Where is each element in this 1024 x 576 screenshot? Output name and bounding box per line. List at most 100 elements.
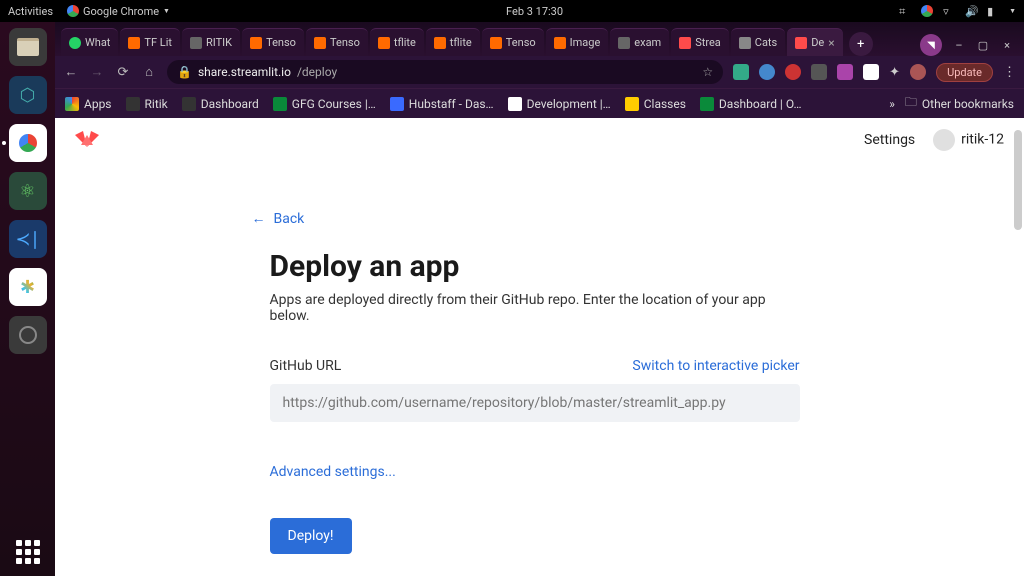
bookmark-item[interactable]: Dashboard (182, 97, 259, 111)
browser-tab[interactable]: Tenso (306, 28, 368, 56)
extension-icon[interactable] (785, 64, 801, 80)
bookmark-item[interactable]: GFG Courses |… (273, 97, 376, 111)
bookmark-item[interactable]: Ritik (126, 97, 168, 111)
bookmark-item[interactable]: Hubstaff - Das… (390, 97, 494, 111)
extension-icon[interactable] (759, 64, 775, 80)
browser-tab[interactable]: Image (546, 28, 609, 56)
fav-icon (508, 97, 522, 111)
forward-button[interactable]: → (89, 64, 105, 80)
browser-tab[interactable]: tflite (370, 28, 424, 56)
whatsapp-icon (69, 37, 81, 49)
menu-icon[interactable]: ⋮ (1003, 65, 1016, 80)
dock-atom[interactable]: ⚛ (9, 172, 47, 210)
advanced-settings-link[interactable]: Advanced settings... (270, 464, 396, 480)
activities-button[interactable]: Activities (8, 5, 53, 18)
github-url-input[interactable] (270, 384, 800, 422)
clock[interactable]: Feb 3 17:30 (170, 5, 899, 18)
fav-icon (739, 37, 751, 49)
avatar (933, 129, 955, 151)
browser-tab[interactable]: What (61, 28, 118, 56)
chrome-tray-icon[interactable] (921, 5, 933, 17)
back-button[interactable]: ← (63, 64, 79, 80)
new-tab-button[interactable]: + (849, 32, 873, 56)
star-icon[interactable]: ☆ (702, 65, 713, 79)
reload-button[interactable]: ⟳ (115, 65, 131, 80)
dock-files[interactable] (9, 28, 47, 66)
bookmark-apps[interactable]: Apps (65, 97, 112, 111)
chevron-down-icon: ▼ (163, 7, 170, 15)
lock-icon: 🔒 (177, 65, 192, 79)
active-app-menu[interactable]: Google Chrome ▼ (67, 5, 170, 18)
toolbar: ← → ⟳ ⌂ 🔒 share.streamlit.io/deploy ☆ ✦ … (55, 56, 1024, 88)
extension-icon[interactable] (733, 64, 749, 80)
dock-slack[interactable]: ✱ (9, 268, 47, 306)
streamlit-logo-icon[interactable] (75, 128, 99, 152)
dock-chrome[interactable] (9, 124, 47, 162)
hex-icon: ⬡ (20, 85, 36, 106)
maximize-button[interactable]: ▢ (976, 38, 990, 52)
tf-icon (128, 37, 140, 49)
browser-tab[interactable]: exam (610, 28, 669, 56)
chrome-window: What TF Lit RITIK Tenso Tenso tflite tfl… (55, 22, 1024, 576)
browser-tab-active[interactable]: De× (787, 28, 842, 56)
extensions-menu-icon[interactable]: ✦ (889, 65, 900, 80)
browser-tab[interactable]: RITIK (182, 28, 240, 56)
extension-icon[interactable] (837, 64, 853, 80)
dock-vscode[interactable]: ≺∣ (9, 220, 47, 258)
scrollbar[interactable] (1014, 130, 1022, 230)
atom-icon: ⚛ (19, 181, 35, 202)
deploy-button[interactable]: Deploy! (270, 518, 352, 554)
back-link[interactable]: ← Back (252, 210, 800, 227)
profile-avatar[interactable]: ◥ (920, 34, 942, 56)
fav-icon (625, 97, 639, 111)
overflow-icon[interactable]: » (889, 97, 895, 111)
tf-icon (250, 37, 262, 49)
address-bar[interactable]: 🔒 share.streamlit.io/deploy ☆ (167, 60, 723, 84)
fav-icon (273, 97, 287, 111)
apps-icon (65, 97, 79, 111)
home-button[interactable]: ⌂ (141, 64, 157, 80)
fav-icon (618, 37, 630, 49)
browser-tab[interactable]: Strea (671, 28, 729, 56)
settings-link[interactable]: Settings (864, 132, 915, 148)
user-menu[interactable]: ritik-12 (933, 129, 1004, 151)
show-applications[interactable] (16, 540, 40, 564)
bookmark-item[interactable]: Dashboard | O… (700, 97, 802, 111)
dock-disks[interactable] (9, 316, 47, 354)
fav-icon (182, 97, 196, 111)
chevron-down-icon[interactable]: ▼ (1009, 7, 1016, 15)
minimize-button[interactable]: – (952, 38, 966, 52)
indicator-icon[interactable]: ⌗ (899, 5, 911, 17)
fav-icon (390, 97, 404, 111)
browser-tab[interactable]: Cats (731, 28, 785, 56)
profile-icon[interactable] (910, 64, 926, 80)
bookmark-item[interactable]: Classes (625, 97, 686, 111)
page-title: Deploy an app (270, 249, 800, 284)
fav-icon (700, 97, 714, 111)
extension-icon[interactable] (863, 64, 879, 80)
chrome-icon (16, 131, 40, 155)
close-icon[interactable]: × (828, 36, 834, 50)
disk-icon (19, 326, 37, 344)
tf-icon (378, 37, 390, 49)
browser-tab[interactable]: Tenso (242, 28, 304, 56)
bookmark-item[interactable]: Development |… (508, 97, 611, 111)
volume-icon[interactable]: 🔊 (965, 5, 977, 17)
wifi-icon[interactable]: ▿ (943, 5, 955, 17)
battery-icon[interactable]: ▮ (987, 5, 999, 17)
browser-tab[interactable]: tflite (426, 28, 480, 56)
fav-icon (190, 37, 202, 49)
extension-icon[interactable] (811, 64, 827, 80)
close-button[interactable]: × (1000, 38, 1014, 52)
bookmarks-bar: Apps Ritik Dashboard GFG Courses |… Hubs… (55, 88, 1024, 118)
arrow-left-icon: ← (252, 210, 266, 227)
tf-icon (490, 37, 502, 49)
other-bookmarks[interactable]: 🗀Other bookmarks (905, 93, 1014, 114)
dock-app[interactable]: ⬡ (9, 76, 47, 114)
switch-picker-link[interactable]: Switch to interactive picker (632, 358, 799, 374)
slack-icon: ✱ (20, 277, 35, 298)
browser-tab[interactable]: TF Lit (120, 28, 180, 56)
browser-tab[interactable]: Tenso (482, 28, 544, 56)
update-button[interactable]: Update (936, 63, 993, 82)
chrome-icon (67, 5, 79, 17)
